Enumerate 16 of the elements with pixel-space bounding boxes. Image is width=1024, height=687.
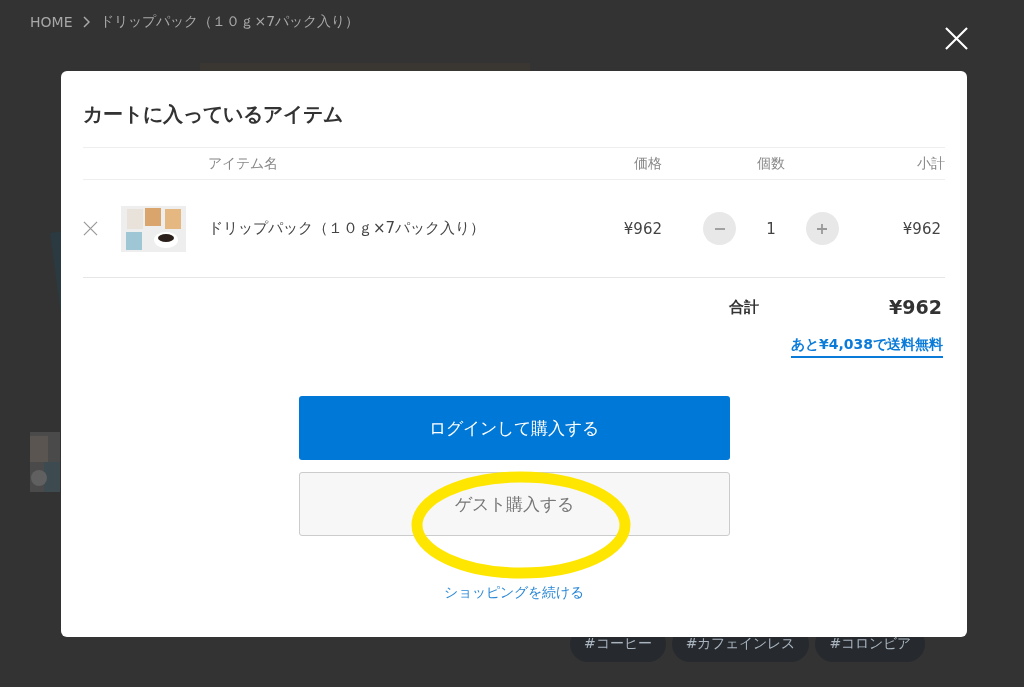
column-header: 小計 (917, 154, 945, 173)
column-header: 個数 (757, 154, 785, 173)
breadcrumb-link[interactable]: HOME (30, 14, 73, 30)
item-price: ¥962 (623, 219, 662, 238)
free-shipping-link[interactable]: あと¥4,038で送料無料 (790, 336, 943, 358)
item-subtotal: ¥962 (902, 219, 941, 238)
breadcrumb-link[interactable]: ドリップパック（１０ｇ×7パック入り） (100, 13, 360, 31)
column-header: 価格 (634, 154, 662, 173)
chevron-right-icon (82, 16, 91, 28)
continue-shopping-link[interactable]: ショッピングを続ける (444, 584, 584, 602)
increase-button[interactable] (805, 212, 839, 245)
checkout-button[interactable]: ログインして購入する (298, 396, 730, 460)
total-label: 合計 (729, 297, 760, 317)
plus-icon (816, 222, 829, 235)
quantity-value: 1 (766, 219, 776, 238)
total-amount: ¥962 (889, 296, 942, 318)
